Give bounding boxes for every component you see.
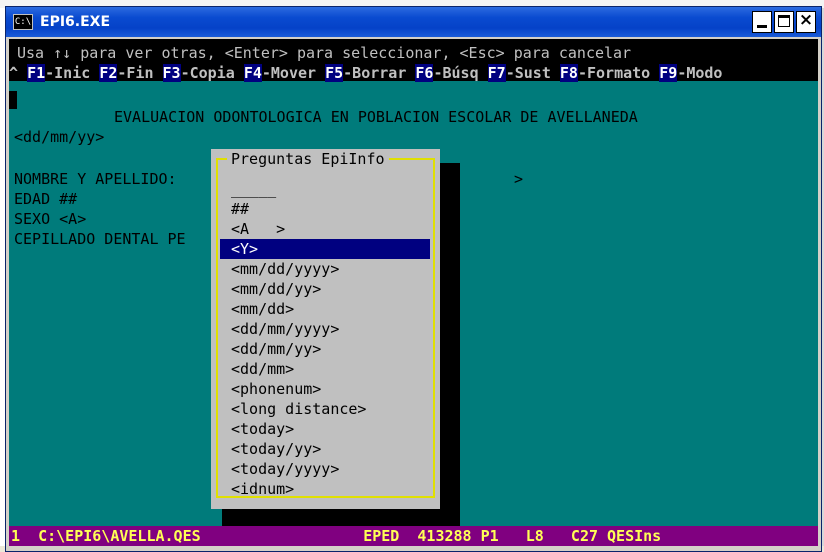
form-heading: EVALUACION ODONTOLOGICA EN POBLACION ESC…: [114, 108, 638, 126]
function-key-bar: ^ F1-Inic F2-Fin F3-Copia F4-Mover F5-Bo…: [9, 63, 722, 83]
cepillado-field-label[interactable]: CEPILLADO DENTAL PE: [14, 229, 186, 249]
minimize-button[interactable]: [752, 11, 772, 33]
edad-field-label[interactable]: EDAD ##: [14, 189, 77, 209]
fkey-f2[interactable]: F2: [99, 64, 118, 82]
popup-option[interactable]: <dd/mm>: [220, 359, 430, 379]
popup-option[interactable]: <mm/dd/yy>: [220, 279, 430, 299]
window-title: EPI6.EXE: [40, 14, 111, 30]
fkey-f3[interactable]: F3: [162, 64, 181, 82]
fkey-f2-label[interactable]: -Fin: [117, 64, 162, 82]
popup-option[interactable]: <idnum>: [220, 479, 430, 499]
popup-option[interactable]: <today>: [220, 419, 430, 439]
popup-option-selected[interactable]: <Y>: [220, 239, 430, 259]
fkey-f1-label[interactable]: -Inic: [45, 64, 99, 82]
dos-console[interactable]: Usa ↑↓ para ver otras, <Enter> para sele…: [9, 39, 818, 546]
sexo-field-label[interactable]: SEXO <A>: [14, 209, 86, 229]
date-field-template[interactable]: <dd/mm/yy>: [14, 127, 104, 147]
popup-option[interactable]: <long distance>: [220, 399, 430, 419]
fkey-f7[interactable]: F7: [487, 64, 506, 82]
popup-option[interactable]: <A >: [220, 219, 430, 239]
fkey-f9[interactable]: F9: [659, 64, 678, 82]
status-bar: 1 C:\EPI6\AVELLA.QES EPED 413288 P1 L8 C…: [9, 526, 818, 546]
fkey-f1[interactable]: F1: [27, 64, 46, 82]
fkey-bar-prefix: ^: [9, 64, 28, 82]
fkey-f9-label[interactable]: -Modo: [677, 64, 722, 82]
fkey-f4-label[interactable]: -Mover: [262, 64, 325, 82]
fkey-f8[interactable]: F8: [559, 64, 578, 82]
navigation-hint: Usa ↑↓ para ver otras, <Enter> para sele…: [17, 44, 632, 62]
nombre-field-end: >: [514, 170, 524, 188]
preguntas-popup[interactable]: Preguntas EpiInfo _____ ## <A > <Y> <mm/dd/y…: [211, 149, 440, 509]
epi6-window: C:\ EPI6.EXE × Usa ↑↓ para ver otras, <E…: [5, 6, 822, 552]
popup-title: Preguntas EpiInfo: [227, 149, 389, 169]
popup-option[interactable]: <mm/dd>: [220, 299, 430, 319]
popup-option[interactable]: <dd/mm/yy>: [220, 339, 430, 359]
fkey-f6[interactable]: F6: [415, 64, 434, 82]
minimize-icon: [757, 25, 767, 28]
maximize-button[interactable]: [774, 11, 794, 33]
fkey-f7-label[interactable]: -Sust: [506, 64, 560, 82]
fkey-f4[interactable]: F4: [243, 64, 262, 82]
console-app-icon[interactable]: C:\: [13, 14, 33, 30]
nombre-field-label[interactable]: NOMBRE Y APELLIDO:: [14, 169, 177, 189]
popup-option[interactable]: <dd/mm/yyyy>: [220, 319, 430, 339]
popup-option[interactable]: <mm/dd/yyyy>: [220, 259, 430, 279]
fkey-f5-label[interactable]: -Borrar: [343, 64, 415, 82]
close-icon: ×: [798, 10, 814, 30]
text-cursor: [9, 91, 17, 109]
maximize-icon: [778, 15, 790, 27]
fkey-f3-label[interactable]: -Copia: [181, 64, 244, 82]
fkey-f8-label[interactable]: -Formato: [578, 64, 659, 82]
editor-menubar: Usa ↑↓ para ver otras, <Enter> para sele…: [9, 39, 818, 83]
popup-option[interactable]: _____: [220, 179, 430, 199]
status-text: 1 C:\EPI6\AVELLA.QES EPED 413288 P1 L8 C…: [11, 527, 662, 545]
popup-option[interactable]: <today/yy>: [220, 439, 430, 459]
close-button[interactable]: ×: [796, 10, 816, 33]
fkey-f6-label[interactable]: -Búsq: [433, 64, 487, 82]
fkey-f5[interactable]: F5: [325, 64, 344, 82]
popup-option[interactable]: <today/yyyy>: [220, 459, 430, 479]
title-bar[interactable]: C:\ EPI6.EXE ×: [6, 7, 821, 37]
popup-option[interactable]: <phonenum>: [220, 379, 430, 399]
popup-option[interactable]: ##: [220, 199, 430, 219]
